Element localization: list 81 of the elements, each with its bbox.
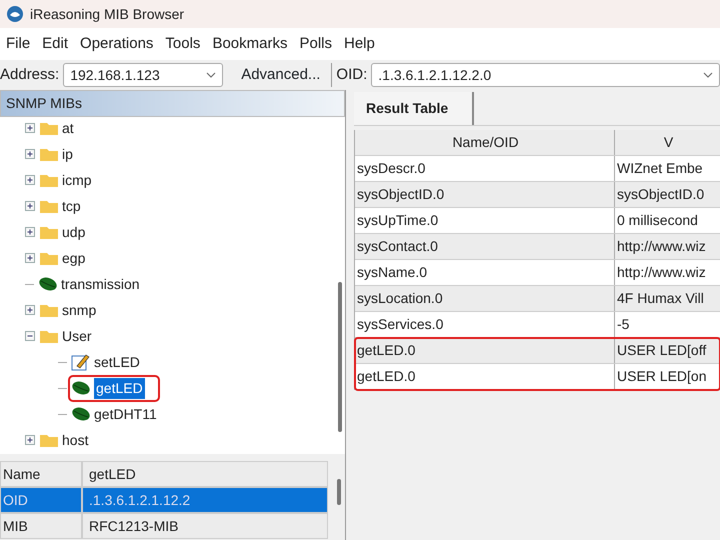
leaf-icon [71, 406, 91, 422]
tree-item[interactable]: User [62, 326, 92, 346]
advanced-button[interactable]: Advanced... [234, 64, 328, 86]
table-cell: sysUpTime.0 [355, 208, 615, 233]
caret-icon[interactable] [206, 72, 216, 78]
table-cell: sysObjectID.0 [355, 182, 615, 207]
expand-icon[interactable] [25, 305, 35, 315]
scrollbar[interactable] [337, 479, 341, 505]
table-cell-text: http://www.wiz [616, 237, 707, 256]
tree-item[interactable]: ip [62, 144, 73, 164]
expand-icon[interactable] [25, 201, 35, 211]
menu-item[interactable]: Bookmarks [212, 32, 288, 56]
menu-item[interactable]: Polls [299, 32, 332, 56]
folder-icon [39, 198, 59, 214]
table-cell: getLED.0 [355, 364, 615, 389]
menu-item[interactable]: Tools [165, 32, 200, 56]
scrollbar[interactable] [338, 282, 342, 432]
panel-header: SNMP MIBs [0, 90, 345, 117]
table-cell: sysName.0 [355, 260, 615, 285]
leaf-icon [38, 276, 58, 292]
menu-item[interactable]: File [6, 32, 30, 56]
column-header[interactable]: Name/OID [355, 130, 615, 155]
table-cell-text: http://www.wiz [616, 263, 707, 282]
edit-icon [71, 353, 91, 371]
tree-item[interactable]: getLED [94, 378, 145, 398]
tree-item[interactable]: host [62, 430, 88, 450]
folder-icon [39, 172, 59, 188]
folder-icon [39, 146, 59, 162]
expand-icon[interactable] [25, 149, 35, 159]
menu-item[interactable]: Operations [80, 32, 154, 56]
expand-icon[interactable] [25, 123, 35, 133]
property-name: OID [0, 487, 82, 513]
oid-label: OID: [336, 64, 368, 85]
tree-item[interactable]: snmp [62, 300, 96, 320]
address-label: Address: [0, 64, 60, 85]
tree-item[interactable]: transmission [61, 274, 140, 294]
property-value: .1.3.6.1.2.1.12.2 [82, 487, 328, 513]
property-name: Name [0, 461, 82, 487]
result-tab[interactable]: Result Table [354, 92, 474, 125]
oid-combo[interactable]: .1.3.6.1.2.1.12.2.0 [371, 63, 720, 87]
tree-item[interactable]: udp [62, 222, 86, 242]
table-cell: sysContact.0 [355, 234, 615, 259]
expand-icon[interactable] [25, 227, 35, 237]
table-cell-text: sysObjectID.0 [616, 185, 706, 204]
table-cell-text: 0 millisecond [616, 211, 699, 230]
table-cell: sysServices.0 [355, 312, 615, 337]
table-cell-text: USER LED[off [616, 341, 708, 360]
tree-item[interactable]: icmp [62, 170, 92, 190]
tree-item[interactable]: getDHT11 [94, 404, 157, 424]
property-value: getLED [82, 461, 328, 487]
tree-item[interactable]: tcp [62, 196, 81, 216]
expand-icon[interactable] [25, 435, 35, 445]
expand-icon[interactable] [25, 253, 35, 263]
address-combo[interactable]: 192.168.1.123 [63, 63, 224, 87]
folder-icon [39, 432, 59, 448]
folder-icon [39, 250, 59, 266]
table-cell-text: 4F Humax Vill [616, 289, 705, 308]
folder-icon [39, 224, 59, 240]
leaf-icon [71, 380, 91, 396]
tree-item[interactable]: egp [62, 248, 86, 268]
folder-icon [39, 120, 59, 136]
table-cell-text: WIZnet Embe [616, 159, 704, 178]
collapse-icon[interactable] [25, 331, 35, 341]
window-title: iReasoning MIB Browser [30, 4, 184, 24]
folder-icon [39, 328, 59, 344]
menu-item[interactable]: Help [344, 32, 375, 56]
property-value: RFC1213-MIB [82, 513, 328, 539]
column-header[interactable]: V [615, 130, 720, 155]
folder-icon [39, 302, 59, 318]
table-cell-text: -5 [616, 315, 630, 334]
table-cell: sysLocation.0 [355, 286, 615, 311]
expand-icon[interactable] [25, 175, 35, 185]
table-cell: sysDescr.0 [355, 156, 615, 181]
app-logo-icon [6, 5, 24, 23]
table-cell: getLED.0 [355, 338, 615, 363]
tree-item[interactable]: setLED [94, 352, 140, 372]
property-name: MIB [0, 513, 82, 539]
menu-item[interactable]: Edit [42, 32, 68, 56]
tree-item[interactable]: at [62, 118, 74, 138]
caret-icon[interactable] [703, 72, 713, 78]
table-cell-text: USER LED[on [616, 367, 708, 386]
